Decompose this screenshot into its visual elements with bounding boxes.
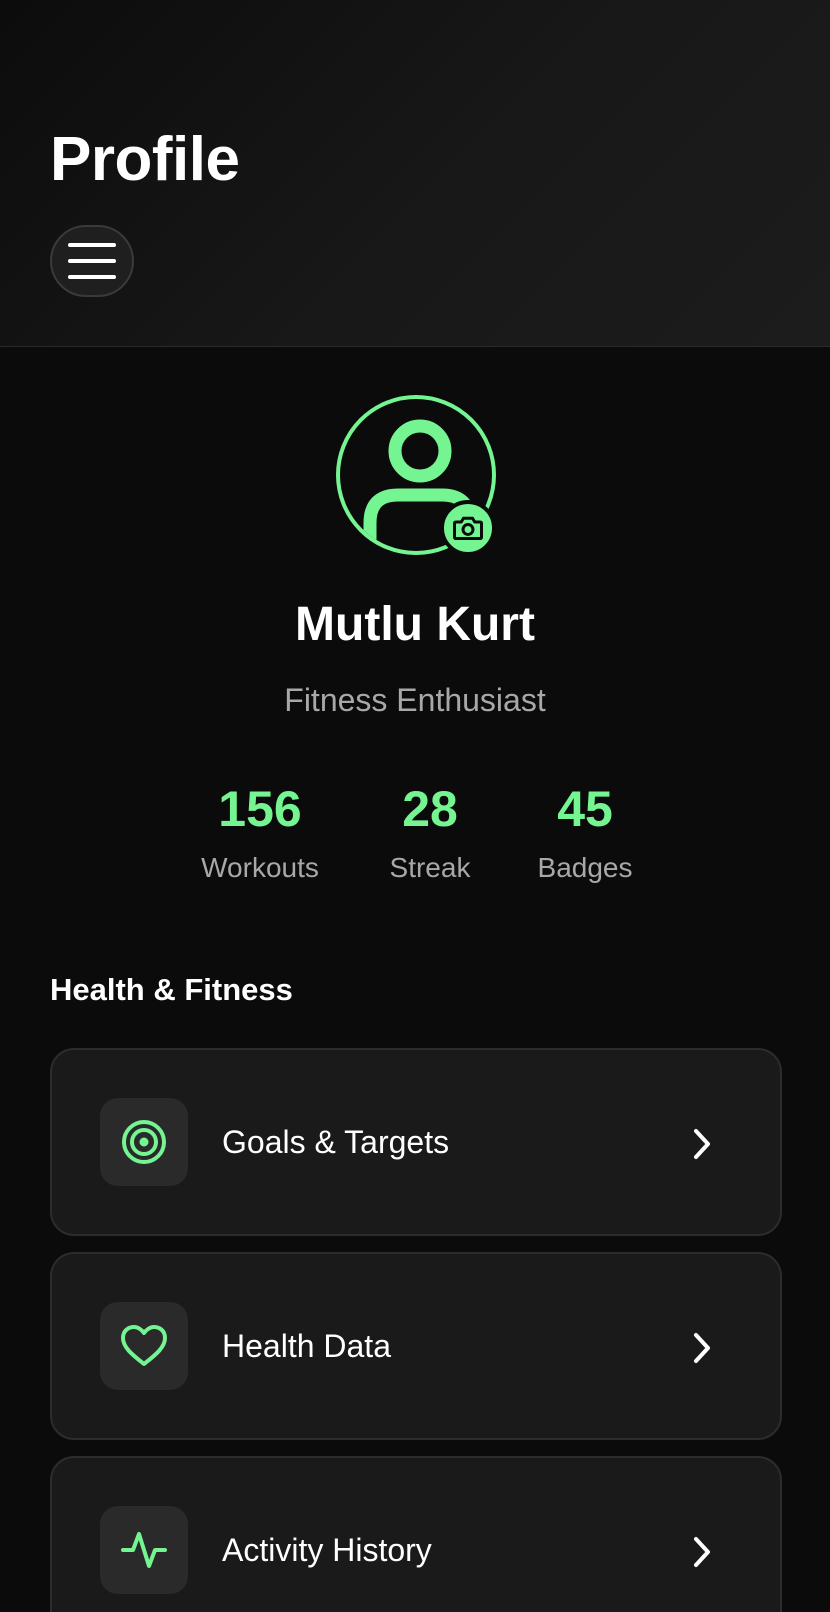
page-title: Profile bbox=[50, 125, 240, 194]
stat-workouts: 156 Workouts bbox=[190, 778, 330, 886]
icon-container bbox=[100, 1098, 188, 1186]
section-title: Health & Fitness bbox=[50, 972, 293, 1007]
heart-icon bbox=[121, 1325, 167, 1366]
stat-value: 28 bbox=[402, 781, 458, 837]
chevron-right-icon bbox=[694, 1333, 710, 1363]
stat-value: 156 bbox=[218, 781, 302, 837]
avatar[interactable] bbox=[336, 395, 496, 556]
menu-item-label: Activity History bbox=[222, 1532, 432, 1568]
stat-label: Badges bbox=[537, 852, 633, 883]
stat-label: Streak bbox=[389, 852, 471, 883]
menu-item-health-data[interactable]: Health Data bbox=[50, 1252, 782, 1440]
stat-streak: 28 Streak bbox=[372, 778, 488, 886]
menu-button[interactable] bbox=[50, 225, 134, 297]
menu-item-label: Goals & Targets bbox=[222, 1124, 450, 1160]
chevron-right-icon bbox=[694, 1537, 710, 1567]
hamburger-icon-line bbox=[68, 275, 116, 279]
icon-container bbox=[100, 1302, 188, 1390]
change-photo-button[interactable] bbox=[440, 500, 496, 556]
activity-pulse-icon bbox=[121, 1532, 167, 1568]
menu-item-goals-targets[interactable]: Goals & Targets bbox=[50, 1048, 782, 1236]
hamburger-icon-line bbox=[68, 243, 116, 247]
target-icon bbox=[122, 1120, 166, 1164]
chevron-right-icon bbox=[694, 1129, 710, 1159]
hamburger-icon-line bbox=[68, 259, 116, 263]
profile-header: Profile bbox=[0, 0, 830, 347]
icon-container bbox=[100, 1506, 188, 1594]
user-subtitle: Fitness Enthusiast bbox=[284, 682, 546, 718]
stat-value: 45 bbox=[557, 781, 613, 837]
menu-item-activity-history[interactable]: Activity History bbox=[50, 1456, 782, 1612]
user-name: Mutlu Kurt bbox=[295, 598, 535, 651]
stat-label: Workouts bbox=[201, 852, 319, 883]
stat-badges: 45 Badges bbox=[527, 778, 643, 886]
camera-icon bbox=[453, 516, 483, 540]
menu-item-label: Health Data bbox=[222, 1328, 391, 1364]
